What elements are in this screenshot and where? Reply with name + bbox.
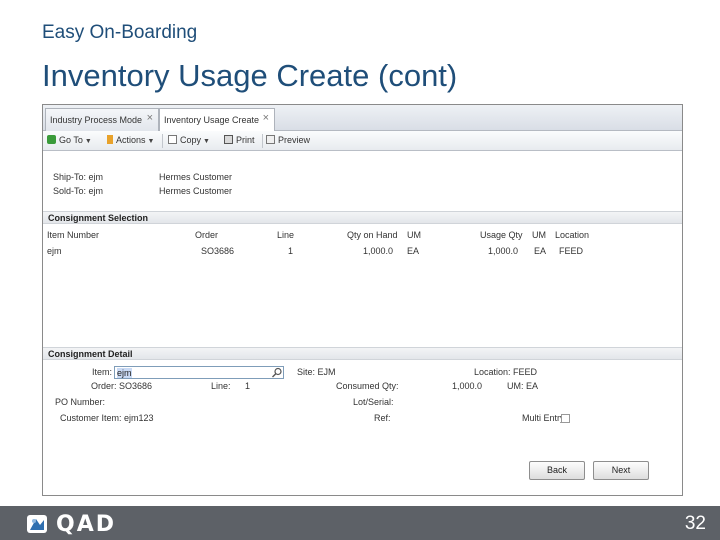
consumed-qty-label: Consumed Qty:: [336, 381, 399, 391]
po-number-label: PO Number:: [55, 397, 106, 407]
qad-logo-icon: [27, 515, 47, 533]
tab-bar: Industry Process Mode × Inventory Usage …: [43, 105, 682, 132]
cell-um: EA: [407, 246, 420, 256]
cell-um-2: EA: [534, 246, 547, 256]
qad-logo-text: QAD: [56, 512, 116, 537]
column-header-item-number[interactable]: Item Number: [47, 230, 99, 240]
tab-industry-process-mode[interactable]: Industry Process Mode ×: [45, 108, 159, 131]
goto-button[interactable]: Go To ▼: [47, 135, 92, 145]
cell-order: SO3686: [201, 246, 235, 256]
column-header-order[interactable]: Order: [195, 230, 218, 240]
order-label: Order: SO3686: [91, 381, 153, 391]
lot-serial-label: Lot/Serial:: [353, 397, 394, 407]
line-value: 1: [245, 381, 251, 391]
toolbar-divider: [262, 134, 263, 148]
column-header-um[interactable]: UM: [407, 230, 421, 240]
close-icon[interactable]: ×: [147, 112, 153, 124]
close-icon[interactable]: ×: [263, 112, 269, 124]
preview-icon: [266, 135, 275, 144]
chevron-down-icon: ▼: [147, 138, 155, 145]
consignment-detail-header: Consignment Detail: [43, 347, 682, 360]
multi-entry-checkbox[interactable]: [561, 414, 570, 423]
sold-to-label: Sold-To: ejm: [53, 186, 104, 196]
ref-label: Ref:: [374, 413, 391, 423]
column-header-line[interactable]: Line: [277, 230, 294, 240]
item-input[interactable]: ejm: [114, 366, 284, 379]
toolbar: Go To ▼ Actions ▼ Copy ▼ Print Preview: [43, 131, 682, 151]
chevron-down-icon: ▼: [203, 138, 210, 145]
app-window: Industry Process Mode × Inventory Usage …: [42, 104, 683, 496]
column-header-um-2[interactable]: UM: [532, 230, 546, 240]
location-label: Location: FEED: [474, 367, 538, 377]
print-icon: [224, 135, 233, 144]
item-input-value: ejm: [117, 368, 132, 378]
slide-kicker: Easy On-Boarding: [42, 22, 198, 43]
column-header-qty-on-hand[interactable]: Qty on Hand: [347, 230, 398, 240]
cell-qty-on-hand: 1,000.0: [363, 246, 394, 256]
site-label: Site: EJM: [297, 367, 336, 377]
slide-footer: QAD 32: [0, 506, 720, 540]
toolbar-divider: [162, 134, 163, 148]
goto-icon: [47, 135, 56, 144]
preview-button[interactable]: Preview: [266, 135, 310, 145]
search-icon[interactable]: [271, 367, 283, 378]
next-button[interactable]: Next: [593, 461, 649, 480]
item-label: Item:: [92, 367, 113, 377]
sold-to-value: Hermes Customer: [159, 186, 233, 196]
tab-label: Industry Process Mode: [50, 115, 143, 125]
column-header-usage-qty[interactable]: Usage Qty: [480, 230, 523, 240]
goto-label: Go To: [59, 135, 83, 145]
slide-title: Inventory Usage Create (cont): [42, 58, 458, 93]
preview-label: Preview: [278, 135, 311, 145]
column-header-location[interactable]: Location: [555, 230, 589, 240]
line-label: Line:: [211, 381, 231, 391]
ship-to-value: Hermes Customer: [159, 172, 233, 182]
consumed-qty-value: 1,000.0: [452, 381, 483, 391]
copy-button[interactable]: Copy ▼: [168, 135, 210, 145]
cell-item-number: ejm: [47, 246, 62, 256]
consignment-selection-header: Consignment Selection: [43, 211, 682, 224]
page-number: 32: [684, 513, 706, 534]
cell-location: FEED: [559, 246, 584, 256]
actions-label: Actions: [116, 135, 146, 145]
um-label: UM: EA: [507, 381, 539, 391]
cell-usage-qty: 1,000.0: [488, 246, 519, 256]
cell-line: 1: [288, 246, 294, 256]
ship-to-label: Ship-To: ejm: [53, 172, 104, 182]
chevron-down-icon: ▼: [84, 138, 92, 145]
back-button[interactable]: Back: [529, 461, 585, 480]
print-label: Print: [236, 135, 255, 145]
tab-inventory-usage-create[interactable]: Inventory Usage Create ×: [159, 108, 275, 132]
actions-button[interactable]: Actions ▼: [107, 135, 154, 145]
tab-label: Inventory Usage Create: [164, 115, 260, 125]
customer-item-label: Customer Item: ejm123: [60, 413, 154, 423]
copy-icon: [168, 135, 177, 144]
print-button[interactable]: Print: [224, 135, 255, 145]
copy-label: Copy: [180, 135, 202, 145]
lightning-icon: [107, 135, 113, 144]
